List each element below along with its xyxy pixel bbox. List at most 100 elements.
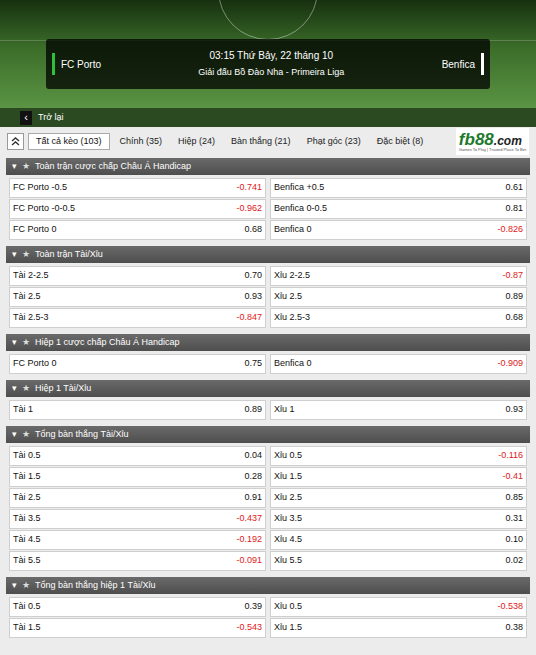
odds-value[interactable]: 0.28 <box>244 470 262 484</box>
odds-value[interactable]: 0.31 <box>505 512 523 526</box>
odds-value[interactable]: 0.89 <box>244 403 262 417</box>
odds-label[interactable]: Benfica 0 <box>274 223 312 237</box>
odds-label[interactable]: Benfica 0-0.5 <box>274 202 327 216</box>
odds-label[interactable]: Xỉu 1.5 <box>274 470 302 484</box>
odds-value[interactable]: 0.68 <box>505 311 523 325</box>
odds-value[interactable]: 0.81 <box>505 202 523 216</box>
odds-cell[interactable]: Benfica +0.5 0.61 <box>270 178 527 198</box>
odds-label[interactable]: Xỉu 1.5 <box>274 621 302 635</box>
odds-label[interactable]: Xỉu 2-2.5 <box>274 269 310 283</box>
odds-cell[interactable]: Tài 1 0.89 <box>9 400 266 420</box>
tab[interactable]: Đặc biệt (8) <box>371 133 430 150</box>
odds-value[interactable]: 0.39 <box>244 600 262 614</box>
star-icon[interactable]: ★ <box>22 430 30 439</box>
odds-cell[interactable]: Xỉu 1 0.93 <box>270 400 527 420</box>
odds-cell[interactable]: Benfica 0-0.909 <box>270 354 527 374</box>
odds-value[interactable]: -0.091 <box>236 554 262 568</box>
tab-label[interactable]: Chính (35) <box>120 135 163 149</box>
odds-label[interactable]: FC Porto 0 <box>13 223 57 237</box>
odds-label[interactable]: FC Porto -0-0.5 <box>13 202 75 216</box>
odds-label[interactable]: Tài 5.5 <box>13 554 41 568</box>
odds-value[interactable]: -0.962 <box>236 202 262 216</box>
odds-cell[interactable]: FC Porto 00.75 <box>9 354 266 374</box>
odds-label[interactable]: Tài 2.5 <box>13 290 41 304</box>
star-icon[interactable]: ★ <box>22 338 30 347</box>
odds-label[interactable]: Tài 0.5 <box>13 600 41 614</box>
odds-cell[interactable]: Xỉu 2.50.89 <box>270 287 527 307</box>
odds-cell[interactable]: Tài 2.5 0.93 <box>9 287 266 307</box>
odds-cell[interactable]: Tài 0.5 0.39 <box>9 597 266 617</box>
odds-label[interactable]: Xỉu 0.5 <box>274 600 302 614</box>
odds-value[interactable]: -0.909 <box>497 357 523 371</box>
odds-cell[interactable]: Tài 1.5-0.543 <box>9 618 266 638</box>
odds-value[interactable]: -0.41 <box>502 470 523 484</box>
tab[interactable]: Hiệp (24) <box>172 133 221 150</box>
odds-cell[interactable]: Xỉu 2.5-3 0.68 <box>270 308 527 328</box>
odds-cell[interactable]: Benfica 0 -0.826 <box>270 220 527 240</box>
odds-cell[interactable]: Tài 2-2.50.70 <box>9 266 266 286</box>
odds-label[interactable]: Benfica +0.5 <box>274 181 324 195</box>
tab[interactable]: Phạt góc (23) <box>301 133 367 150</box>
odds-label[interactable]: Tài 3.5 <box>13 512 41 526</box>
tab-label[interactable]: Hiệp (24) <box>178 135 215 149</box>
odds-label[interactable]: Xỉu 3.5 <box>274 512 302 526</box>
odds-value[interactable]: -0.826 <box>497 223 523 237</box>
odds-value[interactable]: 0.10 <box>505 533 523 547</box>
odds-cell[interactable]: FC Porto -0-0.5 -0.962 <box>9 199 266 219</box>
odds-label[interactable]: Xỉu 5.5 <box>274 554 302 568</box>
toggle-icon[interactable]: ▾ <box>12 250 17 259</box>
odds-label[interactable]: Tài 2.5-3 <box>13 311 49 325</box>
odds-cell[interactable]: Tài 2.5-3 -0.847 <box>9 308 266 328</box>
odds-cell[interactable]: Tài 0.50.04 <box>9 446 266 466</box>
odds-label[interactable]: Xỉu 1 <box>274 403 295 417</box>
tab-label[interactable]: Tất cả kèo (103) <box>36 135 102 149</box>
odds-value[interactable]: 0.02 <box>505 554 523 568</box>
odds-label[interactable]: Xỉu 0.5 <box>274 449 302 463</box>
odds-value[interactable]: 0.75 <box>244 357 262 371</box>
odds-cell[interactable]: Xỉu 5.5 0.02 <box>270 551 527 571</box>
odds-cell[interactable]: Tài 5.5 -0.091 <box>9 551 266 571</box>
odds-value[interactable]: -0.847 <box>236 311 262 325</box>
odds-cell[interactable]: Xỉu 0.5-0.116 <box>270 446 527 466</box>
odds-cell[interactable]: Tài 2.50.91 <box>9 488 266 508</box>
odds-cell[interactable]: Benfica 0-0.5 0.81 <box>270 199 527 219</box>
odds-cell[interactable]: FC Porto 0 0.68 <box>9 220 266 240</box>
odds-value[interactable]: 0.04 <box>244 449 262 463</box>
odds-label[interactable]: Tài 2-2.5 <box>13 269 49 283</box>
odds-value[interactable]: 0.93 <box>244 290 262 304</box>
odds-cell[interactable]: Tài 4.5-0.192 <box>9 530 266 550</box>
odds-value[interactable]: 0.91 <box>244 491 262 505</box>
star-icon[interactable]: ★ <box>22 162 30 171</box>
odds-value[interactable]: 0.85 <box>505 491 523 505</box>
odds-value[interactable]: -0.437 <box>236 512 262 526</box>
tab[interactable]: Bàn thắng (21) <box>225 133 297 150</box>
section-header[interactable]: ▾★Hiệp 1 cược chấp Châu Á Handicap <box>6 334 530 351</box>
toggle-icon[interactable]: ▾ <box>12 430 17 439</box>
tab-label[interactable]: Phạt góc (23) <box>307 135 361 149</box>
odds-cell[interactable]: Xỉu 3.5 0.31 <box>270 509 527 529</box>
odds-label[interactable]: Xỉu 2.5-3 <box>274 311 310 325</box>
section-header[interactable]: ▾★Toàn trận Tài/Xỉu <box>6 246 530 263</box>
odds-value[interactable]: 0.68 <box>244 223 262 237</box>
toggle-icon[interactable]: ▾ <box>12 384 17 393</box>
odds-cell[interactable]: FC Porto -0.5-0.741 <box>9 178 266 198</box>
collapse-icon[interactable] <box>10 136 21 147</box>
odds-value[interactable]: 0.93 <box>505 403 523 417</box>
odds-label[interactable]: Tài 1 <box>13 403 33 417</box>
odds-label[interactable]: Xỉu 2.5 <box>274 290 302 304</box>
odds-value[interactable]: -0.192 <box>236 533 262 547</box>
collapse-all-button[interactable] <box>7 133 24 150</box>
odds-value[interactable]: -0.543 <box>236 621 262 635</box>
back-icon[interactable]: ‹ <box>20 111 32 125</box>
tab[interactable]: Chính (35) <box>114 133 169 150</box>
odds-label[interactable]: Xỉu 2.5 <box>274 491 302 505</box>
star-icon[interactable]: ★ <box>22 250 30 259</box>
odds-value[interactable]: 0.61 <box>505 181 523 195</box>
section-header[interactable]: ▾★Tổng bàn thắng Tài/Xỉu <box>6 426 530 443</box>
toggle-icon[interactable]: ▾ <box>12 581 17 590</box>
odds-value[interactable]: -0.87 <box>502 269 523 283</box>
odds-label[interactable]: Tài 1.5 <box>13 470 41 484</box>
odds-value[interactable]: 0.38 <box>505 621 523 635</box>
odds-label[interactable]: FC Porto -0.5 <box>13 181 67 195</box>
tab-label[interactable]: Đặc biệt (8) <box>377 135 424 149</box>
